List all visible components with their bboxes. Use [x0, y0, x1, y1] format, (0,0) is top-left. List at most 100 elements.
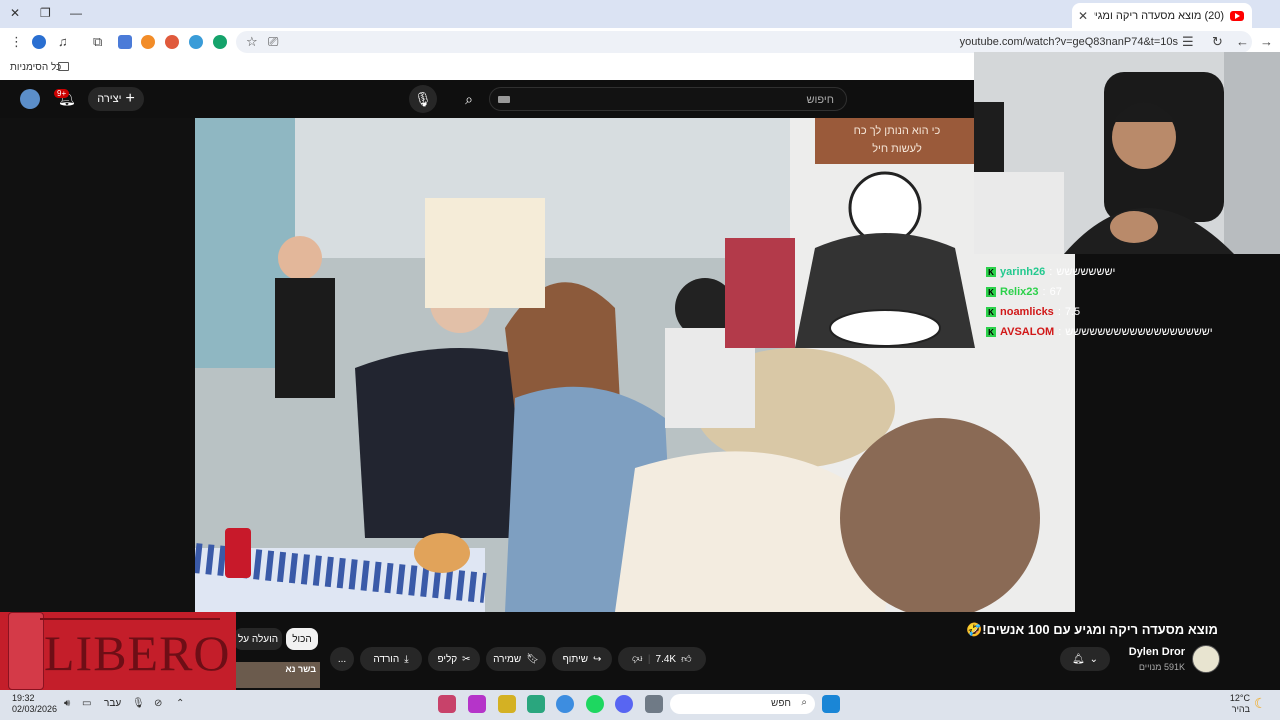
channel-avatar[interactable] [1192, 645, 1220, 673]
video-player[interactable]: כי הוא הנותן לך כח לעשות חיל [195, 118, 1075, 612]
windows-taskbar [0, 690, 1280, 720]
clip-button[interactable]: קליפ ✂ [428, 647, 480, 671]
extension-green-icon[interactable] [213, 35, 227, 49]
video-side-left [0, 118, 195, 612]
wall-text-line2: לעשות חיל [872, 143, 922, 155]
microphone-icon[interactable]: 🎙︎ [132, 698, 145, 709]
clip-label: קליפ [437, 653, 458, 665]
profile-icon[interactable] [32, 35, 46, 49]
save-button[interactable]: שמירה 🔖︎ [486, 647, 546, 671]
chat-message: 67 [1049, 286, 1062, 298]
like-count[interactable]: 7.4K [656, 654, 677, 665]
chat-message: 7.5 [1064, 306, 1081, 318]
subscriber-count: 591K מנויים [1138, 662, 1185, 672]
keyboard-icon[interactable] [498, 96, 510, 103]
filter-chip-all[interactable]: הכול [286, 628, 318, 650]
save-label: שמירה [493, 653, 522, 665]
extension-orange-icon[interactable] [141, 35, 155, 49]
close-window-icon[interactable]: ✕ [10, 6, 20, 20]
restore-window-icon[interactable]: ❐ [40, 6, 51, 20]
tab-close-icon[interactable]: ✕ [1072, 9, 1088, 23]
moon-weather-icon: ☾ [1254, 695, 1267, 711]
minimize-window-icon[interactable]: — [70, 6, 82, 20]
weather-temp: 12°C [1229, 693, 1250, 703]
clock-time: 19:32 [12, 693, 35, 703]
reload-icon[interactable]: ↻ [1212, 34, 1223, 50]
subscribe-bell-button[interactable]: 🔔︎ ⌄ [1060, 647, 1110, 671]
share-label: שיתוף [562, 653, 589, 665]
webcam-overlay [974, 52, 1280, 254]
download-button[interactable]: הורדה ⤓ [360, 647, 422, 671]
like-button[interactable]: 👍︎ [681, 653, 691, 665]
bookmarks-bar: כל הסימניות [0, 56, 974, 80]
taskbar-app-icon[interactable] [468, 695, 486, 713]
dislike-button[interactable]: 👍︎ [632, 653, 642, 665]
kick-badge-icon: K [986, 267, 996, 277]
filter-chip-uploaded[interactable]: הועלה על [234, 628, 282, 650]
input-language[interactable]: עבר [104, 698, 121, 709]
clock[interactable]: 19:32 02/03/2026 [12, 693, 57, 715]
plus-icon: + [125, 90, 135, 107]
chat-user: noamlicks [1000, 306, 1054, 318]
weather-widget[interactable]: 12°C בהיר [1230, 693, 1250, 715]
chat-line: K noamlicks : 7.5 [986, 302, 1213, 322]
extensions-icon[interactable]: ⧉ [93, 34, 102, 50]
discord-icon[interactable] [615, 695, 633, 713]
wall-text-line1: כי הוא הנותן לך כח [853, 125, 941, 137]
spotify-icon[interactable] [586, 695, 604, 713]
cast-icon[interactable]: ⎚ [268, 34, 278, 50]
file-explorer-icon[interactable] [645, 695, 663, 713]
ad-brand-text: LIBERO [44, 625, 231, 681]
chat-line: K AVSALOM : ישששששששששששששששששש [986, 322, 1213, 342]
chat-line: K Relix23 : 67 [986, 282, 1213, 302]
windows-start-icon[interactable] [822, 695, 840, 713]
bell-icon: 🔔︎ [1071, 653, 1085, 665]
create-button[interactable]: יצירה + [88, 87, 144, 111]
kick-badge-icon: K [986, 287, 996, 297]
account-avatar[interactable] [20, 89, 40, 109]
tray-chevron-icon[interactable]: ⌃ [176, 698, 184, 709]
perfume-bottle-image [8, 612, 44, 690]
volume-icon[interactable]: 🔊︎ [64, 698, 70, 709]
share-button[interactable]: שיתוף ↪ [552, 647, 612, 671]
site-settings-icon[interactable]: ☰ [1182, 34, 1194, 50]
media-control-icon[interactable]: ♫ [58, 34, 68, 49]
search-placeholder: חיפוש [806, 94, 834, 106]
network-off-icon[interactable]: ⊘ [154, 698, 162, 709]
all-bookmarks-label[interactable]: כל הסימניות [10, 62, 61, 73]
search-input[interactable]: חיפוש [489, 87, 847, 111]
more-actions-button[interactable]: ... [330, 647, 354, 671]
address-bar[interactable]: youtube.com/watch?v=geQ83nanP74&t=10s [236, 31, 1252, 53]
folder-icon [58, 62, 69, 71]
video-title: מוצא מסעדה ריקה ומגיע עם 100 אנשים!🤣 [966, 622, 1218, 637]
voice-search-mic-icon[interactable]: 🎙︎ [409, 85, 437, 113]
libero-ad-overlay: LIBERO [0, 612, 236, 692]
screen-capture-icon[interactable] [118, 35, 132, 49]
channel-name[interactable]: Dylen Dror [1129, 646, 1185, 658]
taskbar-search-input[interactable]: חפש ⌕ [670, 694, 815, 714]
webcam-frame [974, 52, 1280, 254]
back-arrow-icon[interactable]: ← [1236, 34, 1249, 49]
search-icon[interactable]: ⌕ [455, 85, 483, 113]
chat-user: AVSALOM [1000, 326, 1055, 338]
youtube-favicon-icon [1230, 10, 1244, 21]
forward-arrow-icon[interactable]: → [1260, 34, 1273, 49]
extension-blue-icon[interactable] [189, 35, 203, 49]
bookmark-star-icon[interactable]: ☆ [246, 34, 258, 50]
bookmark-icon: 🔖︎ [526, 653, 539, 665]
taskbar-app-icon[interactable] [438, 695, 456, 713]
menu-kebab-icon[interactable]: ⋮ [10, 34, 23, 50]
display-icon[interactable]: ▭ [82, 698, 91, 709]
search-icon: ⌕ [801, 697, 807, 708]
clock-date: 02/03/2026 [12, 704, 58, 714]
address-url: youtube.com/watch?v=geQ83nanP74&t=10s [959, 36, 1178, 48]
taskbar-app-icon[interactable] [498, 695, 516, 713]
browser-tab-active[interactable]: (20) מוצא מסעדה ריקה ומגיע ע ✕ [1072, 3, 1252, 28]
chat-user: Relix23 [1000, 286, 1039, 298]
kick-badge-icon: K [986, 307, 996, 317]
share-arrow-icon: ↪ [593, 653, 602, 665]
taskbar-app-icon[interactable] [527, 695, 545, 713]
chrome-icon[interactable] [556, 695, 574, 713]
recommended-thumbnail[interactable]: בשר נא [236, 662, 320, 688]
extension-red-icon[interactable] [165, 35, 179, 49]
